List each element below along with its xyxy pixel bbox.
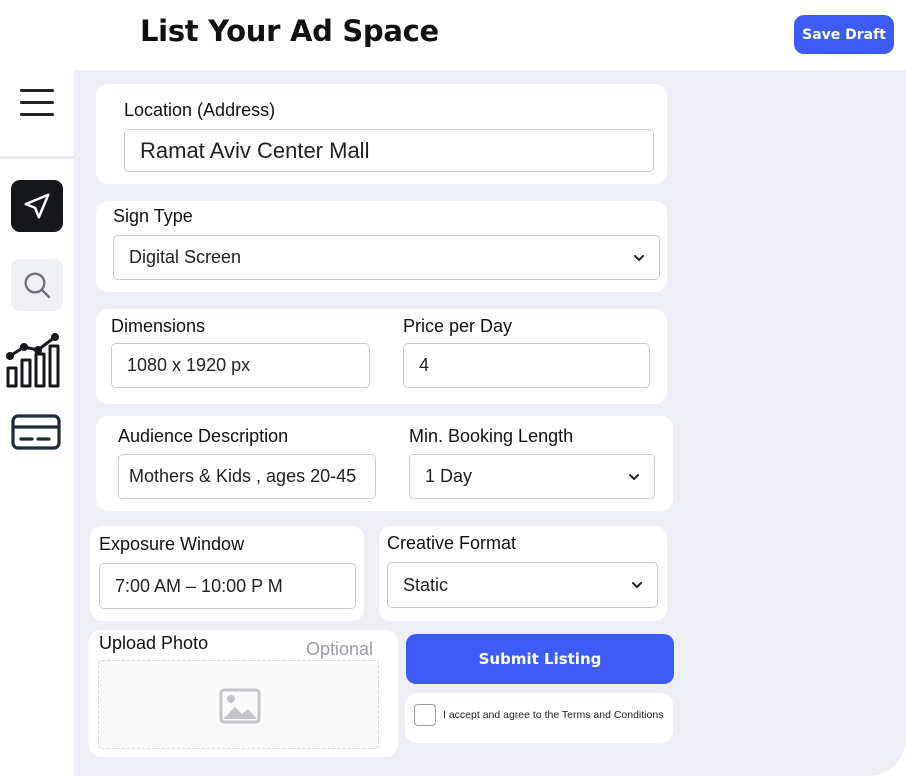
bar-chart-trend-icon	[6, 333, 60, 388]
dimensions-label: Dimensions	[111, 316, 206, 336]
exposure-window-input[interactable]: 7:00 AM – 10:00 P M	[99, 563, 356, 609]
save-draft-button[interactable]: Save Draft	[794, 15, 894, 54]
min-booking-length-select[interactable]: 1 Day	[409, 454, 655, 499]
sign-type-select[interactable]: Digital Screen	[113, 235, 660, 280]
price-per-day-input[interactable]: 4	[403, 343, 650, 388]
sidebar-item-payments[interactable]	[9, 410, 63, 454]
page-title: List Your Ad Space	[140, 14, 439, 48]
creative-format-select[interactable]: Static	[387, 562, 658, 608]
creative-format-label: Creative Format	[387, 533, 517, 553]
optional-hint: Optional	[306, 639, 374, 659]
credit-card-icon	[11, 414, 61, 450]
location-label: Location (Address)	[124, 100, 276, 120]
sidebar-item-analytics[interactable]	[4, 332, 66, 388]
location-input[interactable]: Ramat Aviv Center Mall	[124, 129, 654, 172]
chevron-down-icon	[634, 254, 644, 261]
submit-listing-button[interactable]: Submit Listing	[406, 634, 674, 684]
image-placeholder-icon	[219, 688, 261, 724]
sidebar-item-send[interactable]	[11, 180, 63, 232]
sign-type-value: Digital Screen	[129, 247, 242, 267]
upload-photo-label: Upload Photo	[99, 633, 209, 653]
sidebar-item-search[interactable]	[11, 259, 63, 311]
creative-format-value: Static	[403, 574, 449, 595]
terms-label[interactable]: I accept and agree to the Terms and Cond…	[443, 709, 663, 721]
upload-dropzone[interactable]	[98, 660, 379, 749]
app-window: List Your Ad Space Save Draft Location (…	[0, 0, 906, 776]
header: List Your Ad Space Save Draft	[0, 0, 906, 70]
audience-description-input[interactable]: Mothers & Kids , ages 20-45	[118, 454, 376, 499]
min-booking-length-label: Min. Booking Length	[409, 426, 574, 446]
sidebar-divider	[0, 156, 74, 159]
send-arrow-icon	[24, 193, 50, 219]
search-icon	[24, 272, 51, 299]
price-per-day-label: Price per Day	[403, 316, 513, 336]
audience-description-label: Audience Description	[118, 426, 289, 446]
chevron-down-icon	[632, 582, 642, 588]
dimensions-input[interactable]: 1080 x 1920 px	[111, 343, 370, 388]
hamburger-menu-icon[interactable]	[20, 89, 54, 117]
terms-checkbox[interactable]	[414, 704, 436, 726]
sign-type-label: Sign Type	[113, 206, 193, 226]
exposure-window-label: Exposure Window	[99, 534, 245, 554]
chevron-down-icon	[629, 473, 639, 480]
min-booking-length-value: 1 Day	[425, 466, 473, 486]
